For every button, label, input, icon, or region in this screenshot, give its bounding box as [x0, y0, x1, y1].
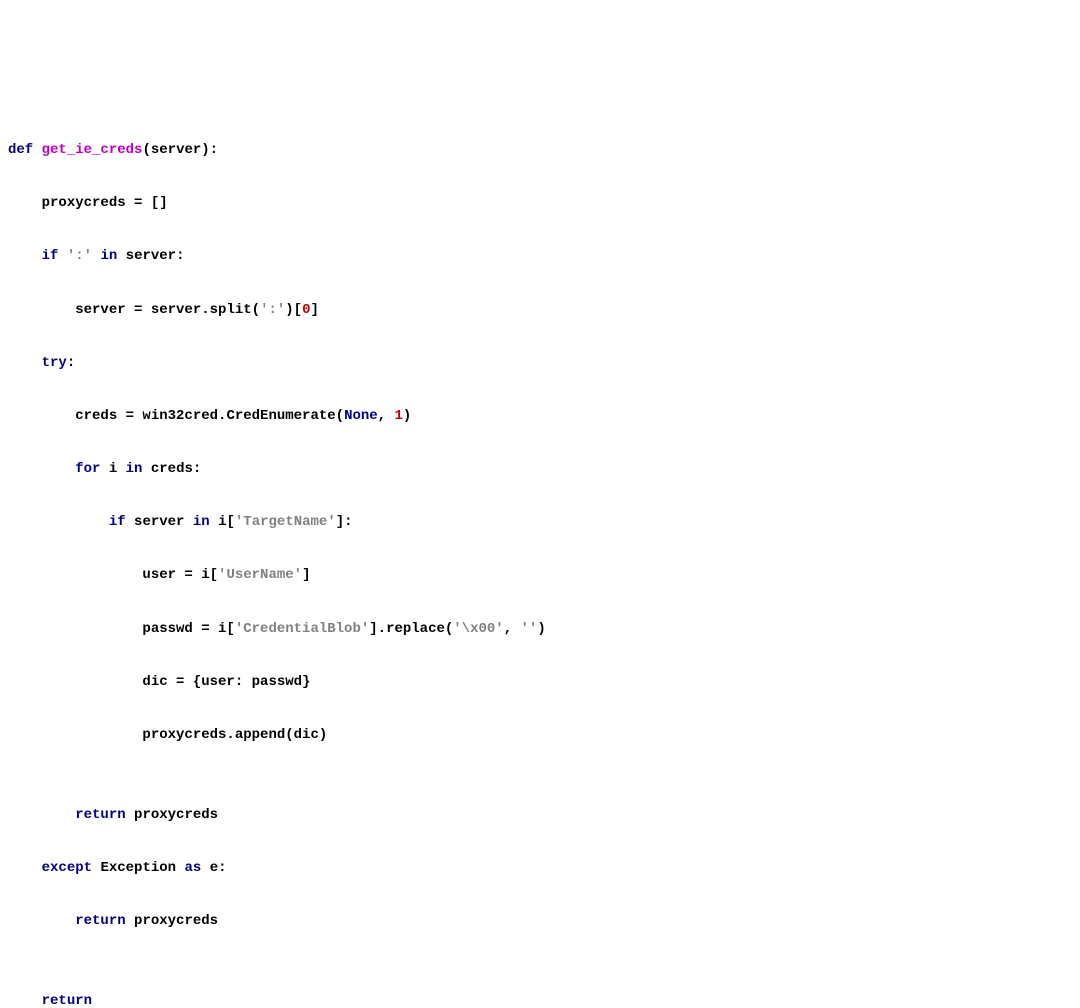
space — [126, 514, 134, 530]
code-text: proxycreds — [134, 913, 218, 929]
code-text: e: — [210, 860, 227, 876]
string-literal: 'UserName' — [218, 567, 302, 583]
code-text: ) — [537, 621, 545, 637]
keyword-in: in — [100, 248, 117, 264]
code-line: except Exception as e: — [8, 855, 1072, 882]
param: server — [151, 142, 201, 158]
keyword-for: for — [75, 461, 100, 477]
keyword-return: return — [75, 807, 125, 823]
code-text: ] — [311, 302, 319, 318]
string-literal: 'CredentialBlob' — [235, 621, 369, 637]
keyword-if: if — [109, 514, 126, 530]
keyword-in: in — [193, 514, 210, 530]
space — [142, 461, 150, 477]
number-literal: 0 — [302, 302, 310, 318]
indent — [8, 993, 42, 1008]
string-literal: '' — [521, 621, 538, 637]
indent — [8, 195, 42, 211]
code-text: i — [109, 461, 117, 477]
code-line: proxycreds = [] — [8, 190, 1072, 217]
code-line: return proxycreds — [8, 908, 1072, 935]
code-line: dic = {user: passwd} — [8, 669, 1072, 696]
indent — [8, 674, 142, 690]
code-text: server = server.split( — [75, 302, 260, 318]
space — [210, 514, 218, 530]
indent — [8, 248, 42, 264]
code-line: for i in creds: — [8, 456, 1072, 483]
code-text: server — [134, 514, 184, 530]
indent — [8, 621, 142, 637]
code-line: user = i['UserName'] — [8, 562, 1072, 589]
space — [117, 248, 125, 264]
paren-close: ): — [201, 142, 218, 158]
space — [201, 860, 209, 876]
code-text: creds: — [151, 461, 201, 477]
code-block: def get_ie_creds(server): proxycreds = [… — [8, 110, 1072, 1008]
builtin-none: None — [344, 408, 378, 424]
code-line: creds = win32cred.CredEnumerate(None, 1) — [8, 403, 1072, 430]
code-text: user = i[ — [142, 567, 218, 583]
indent — [8, 461, 75, 477]
code-line: def get_ie_creds(server): — [8, 137, 1072, 164]
indent — [8, 302, 75, 318]
indent — [8, 514, 109, 530]
code-text: )[ — [285, 302, 302, 318]
code-line: return proxycreds — [8, 802, 1072, 829]
code-text: proxycreds.append(dic) — [142, 727, 327, 743]
code-text: , — [378, 408, 395, 424]
indent — [8, 860, 42, 876]
code-text: , — [504, 621, 521, 637]
string-literal: 'TargetName' — [235, 514, 336, 530]
code-line: passwd = i['CredentialBlob'].replace('\x… — [8, 616, 1072, 643]
keyword-return: return — [75, 913, 125, 929]
space — [92, 860, 100, 876]
code-text: ]: — [336, 514, 353, 530]
code-line: if ':' in server: — [8, 243, 1072, 270]
code-text: proxycreds = [] — [42, 195, 168, 211]
code-line: if server in i['TargetName']: — [8, 509, 1072, 536]
code-line: server = server.split(':')[0] — [8, 297, 1072, 324]
code-text: passwd = i[ — [142, 621, 234, 637]
space — [176, 860, 184, 876]
space — [58, 248, 66, 264]
keyword-except: except — [42, 860, 92, 876]
indent — [8, 727, 142, 743]
string-literal: '\x00' — [453, 621, 503, 637]
function-name: get_ie_creds — [42, 142, 143, 158]
code-text: creds = win32cred.CredEnumerate( — [75, 408, 344, 424]
indent — [8, 408, 75, 424]
code-text: i[ — [218, 514, 235, 530]
code-text: dic = {user: passwd} — [142, 674, 310, 690]
indent — [8, 807, 75, 823]
indent — [8, 913, 75, 929]
indent — [8, 567, 142, 583]
keyword-if: if — [42, 248, 59, 264]
string-literal: ':' — [67, 248, 92, 264]
keyword-in: in — [126, 461, 143, 477]
code-line: return — [8, 988, 1072, 1008]
code-line: try: — [8, 350, 1072, 377]
keyword-def: def — [8, 142, 33, 158]
keyword-as: as — [184, 860, 201, 876]
code-text: Exception — [100, 860, 176, 876]
code-text: ].replace( — [369, 621, 453, 637]
number-literal: 1 — [394, 408, 402, 424]
space — [184, 514, 192, 530]
code-line: proxycreds.append(dic) — [8, 722, 1072, 749]
code-text: ) — [403, 408, 411, 424]
space — [100, 461, 108, 477]
keyword-try: try — [42, 355, 67, 371]
space — [126, 807, 134, 823]
code-text: ] — [302, 567, 310, 583]
code-text: proxycreds — [134, 807, 218, 823]
paren-open: ( — [142, 142, 150, 158]
code-text: server: — [126, 248, 185, 264]
space — [126, 913, 134, 929]
indent — [8, 355, 42, 371]
colon: : — [67, 355, 75, 371]
space — [117, 461, 125, 477]
string-literal: ':' — [260, 302, 285, 318]
keyword-return: return — [42, 993, 92, 1008]
